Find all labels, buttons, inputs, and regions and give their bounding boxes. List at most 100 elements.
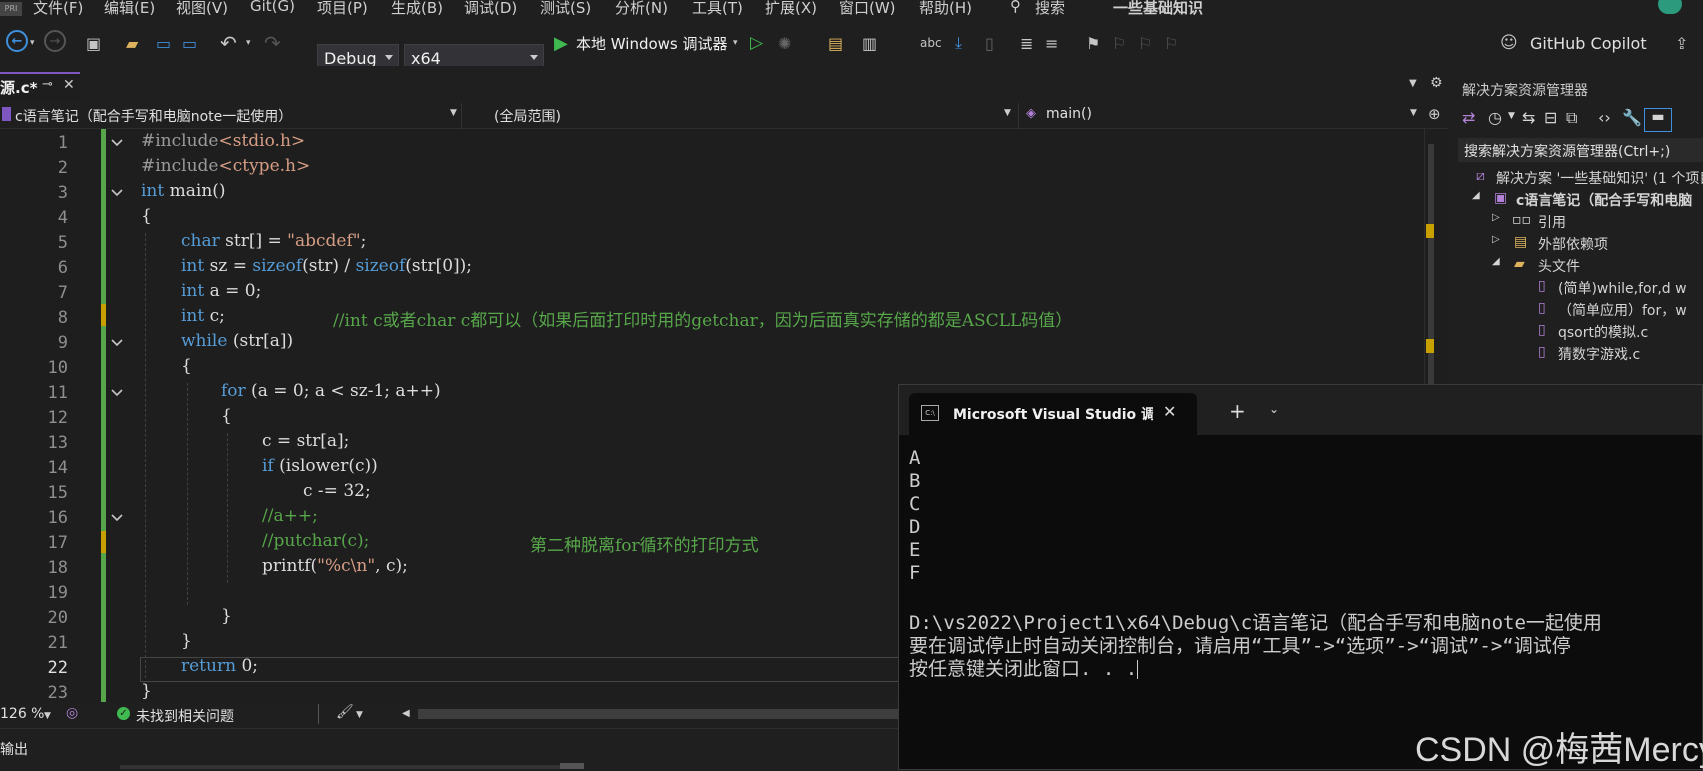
fold-chevron-icon[interactable] <box>110 386 124 400</box>
back-dropdown-icon[interactable]: ▾ <box>30 30 35 56</box>
menu-project[interactable]: 项目(P) <box>317 0 368 18</box>
fold-chevron-icon[interactable] <box>110 136 124 150</box>
menu-test[interactable]: 测试(S) <box>540 0 591 18</box>
output-toolbar-button[interactable] <box>560 763 584 769</box>
zoom-dropdown-icon[interactable]: ▼ <box>44 711 51 721</box>
clear-bookmark-icon[interactable]: ⚐ <box>1164 30 1178 56</box>
tree-item-solution[interactable]: 解决方案 '一些基础知识' (1 个项目 <box>1496 168 1703 188</box>
menu-edit[interactable]: 编辑(E) <box>104 0 155 18</box>
tree-item-project[interactable]: c语言笔记（配合手写和电脑 <box>1516 190 1692 210</box>
cleanup-brush-icon[interactable]: 🖌 <box>336 704 354 720</box>
start-debug-button[interactable]: 本地 Windows 调试器 <box>576 30 728 56</box>
bookmark-icon[interactable]: ⚑ <box>1086 30 1100 56</box>
sync-icon[interactable]: ⇆ <box>1522 108 1535 127</box>
close-icon[interactable]: ✕ <box>1163 402 1176 421</box>
expanded-arrow-icon[interactable]: ◢ <box>1472 190 1480 201</box>
settings-gear-icon[interactable]: ⚙ <box>1430 75 1443 91</box>
collapsed-arrow-icon[interactable]: ▷ <box>1492 212 1500 223</box>
scrollbar-thumb[interactable] <box>1428 144 1434 394</box>
tree-item-header-files[interactable]: 头文件 <box>1538 256 1580 276</box>
new-project-icon[interactable]: ▣ <box>86 30 101 56</box>
solution-search-input[interactable]: 搜索解决方案资源管理器(Ctrl+;) <box>1458 138 1703 162</box>
properties-wrench-icon[interactable]: 🔧 <box>1622 108 1642 127</box>
project-dropdown[interactable]: c语言笔记（配合手写和电脑note一起使用） ▼ <box>0 103 462 129</box>
back-icon[interactable]: ← <box>6 30 28 52</box>
close-icon[interactable]: ✕ <box>63 77 75 93</box>
forward-icon[interactable]: → <box>44 30 66 52</box>
undo-icon[interactable]: ↶ <box>220 30 237 56</box>
chevron-down-icon[interactable]: ⌄ <box>1269 402 1279 416</box>
outdent-icon[interactable]: ≣ <box>1020 30 1033 56</box>
tab-list-dropdown-icon[interactable]: ▼ <box>1409 78 1417 89</box>
comment-icon[interactable]: ≡ <box>1045 30 1058 56</box>
menu-extensions[interactable]: 扩展(X) <box>765 0 817 18</box>
search-icon[interactable]: ⚲ <box>1010 0 1021 15</box>
tree-item-file[interactable]: (简单)while,for,d w <box>1558 278 1687 298</box>
menu-window[interactable]: 窗口(W) <box>839 0 896 18</box>
prev-bookmark-icon[interactable]: ⚐ <box>1112 30 1126 56</box>
tree-item-references[interactable]: 引用 <box>1538 212 1566 232</box>
spellcheck-icon[interactable]: abc <box>920 30 942 56</box>
collapsed-arrow-icon[interactable]: ▷ <box>1492 234 1500 245</box>
start-without-debug-icon[interactable]: ▷ <box>750 30 763 56</box>
menu-debug[interactable]: 调试(D) <box>464 0 517 18</box>
save-all-icon[interactable]: ▭ <box>182 30 197 56</box>
menu-git[interactable]: Git(G) <box>250 0 295 15</box>
tree-item-external-deps[interactable]: 外部依赖项 <box>1538 234 1608 254</box>
intellicode-icon[interactable]: ◎ <box>66 705 78 721</box>
fold-chevron-icon[interactable] <box>110 186 124 200</box>
copilot-icon[interactable]: ☺ <box>1500 30 1518 56</box>
menu-tools[interactable]: 工具(T) <box>692 0 743 18</box>
open-folder-icon[interactable]: ▰ <box>126 30 138 56</box>
platform-select[interactable]: x64 <box>404 44 544 66</box>
menu-file[interactable]: 文件(F) <box>33 0 83 18</box>
code-view-icon[interactable]: ‹› <box>1598 108 1611 127</box>
solution-explorer-icon[interactable]: ▤ <box>828 30 843 56</box>
split-icon[interactable]: ⊕ <box>1428 105 1441 123</box>
copilot-button[interactable]: GitHub Copilot <box>1530 30 1647 56</box>
save-icon[interactable]: ▭ <box>156 30 171 56</box>
scroll-left-icon[interactable]: ◀ <box>402 708 410 719</box>
console-tab[interactable]: C:\ Microsoft Visual Studio 调试控 ✕ <box>909 393 1197 435</box>
tree-item-file[interactable]: qsort的模拟.c <box>1558 322 1648 342</box>
horizontal-scrollbar-thumb[interactable] <box>418 709 898 719</box>
pin-icon[interactable]: ⊸ <box>42 77 53 92</box>
output-label[interactable]: 输出 <box>0 739 28 759</box>
menu-analyze[interactable]: 分析(N) <box>615 0 668 18</box>
redo-icon[interactable]: ↷ <box>264 30 281 56</box>
expanded-arrow-icon[interactable]: ◢ <box>1492 256 1500 267</box>
collapse-all-icon[interactable]: ⊟ <box>1544 108 1557 127</box>
debug-console-window[interactable]: C:\ Microsoft Visual Studio 调试控 ✕ + ⌄ A … <box>898 384 1703 770</box>
share-icon[interactable]: ⇪ <box>1675 30 1688 56</box>
show-all-files-icon[interactable]: ⧉ <box>1566 108 1577 128</box>
chevron-down-icon[interactable]: ▼ <box>1508 111 1515 121</box>
tree-item-file[interactable]: 猜数字游戏.c <box>1558 344 1640 364</box>
step-icon[interactable]: ⤓ <box>955 30 962 56</box>
account-avatar[interactable] <box>1658 0 1682 14</box>
chevron-down-icon[interactable]: ▼ <box>356 710 363 720</box>
hot-reload-icon[interactable]: ✺ <box>778 30 791 56</box>
tree-item-file[interactable]: （简单应用）for，w <box>1558 300 1687 320</box>
menu-build[interactable]: 生成(B) <box>391 0 443 18</box>
undo-dropdown-icon[interactable]: ▾ <box>246 30 251 56</box>
switch-view-icon[interactable]: ⇄ <box>1462 108 1475 127</box>
fold-chevron-icon[interactable] <box>110 336 124 350</box>
fold-chevron-icon[interactable] <box>110 511 124 525</box>
new-tab-plus-icon[interactable]: + <box>1229 399 1246 423</box>
menu-view[interactable]: 视图(V) <box>176 0 228 18</box>
function-dropdown[interactable]: ◈ main() ▼ <box>1023 103 1423 129</box>
play-icon[interactable]: ▶ <box>554 30 568 56</box>
issues-status[interactable]: 未找到相关问题 <box>136 706 234 726</box>
menu-help[interactable]: 帮助(H) <box>919 0 972 18</box>
run-dropdown-icon[interactable]: ▾ <box>733 30 738 56</box>
menu-search[interactable]: 搜索 <box>1035 0 1065 18</box>
tab-source-file[interactable]: 源.c* ⊸ ✕ <box>0 72 80 100</box>
breakpoints-icon[interactable]: ▯ <box>985 30 994 56</box>
preview-icon[interactable]: ▬ <box>1644 108 1672 132</box>
config-select[interactable]: Debug <box>317 44 399 66</box>
next-bookmark-icon[interactable]: ⚐ <box>1138 30 1152 56</box>
layout-icon[interactable]: ▥ <box>862 30 877 56</box>
zoom-level[interactable]: 126 % <box>0 706 44 722</box>
history-icon[interactable]: ◷ <box>1488 108 1502 127</box>
scope-dropdown[interactable]: (全局范围) ▼ <box>466 103 1019 129</box>
